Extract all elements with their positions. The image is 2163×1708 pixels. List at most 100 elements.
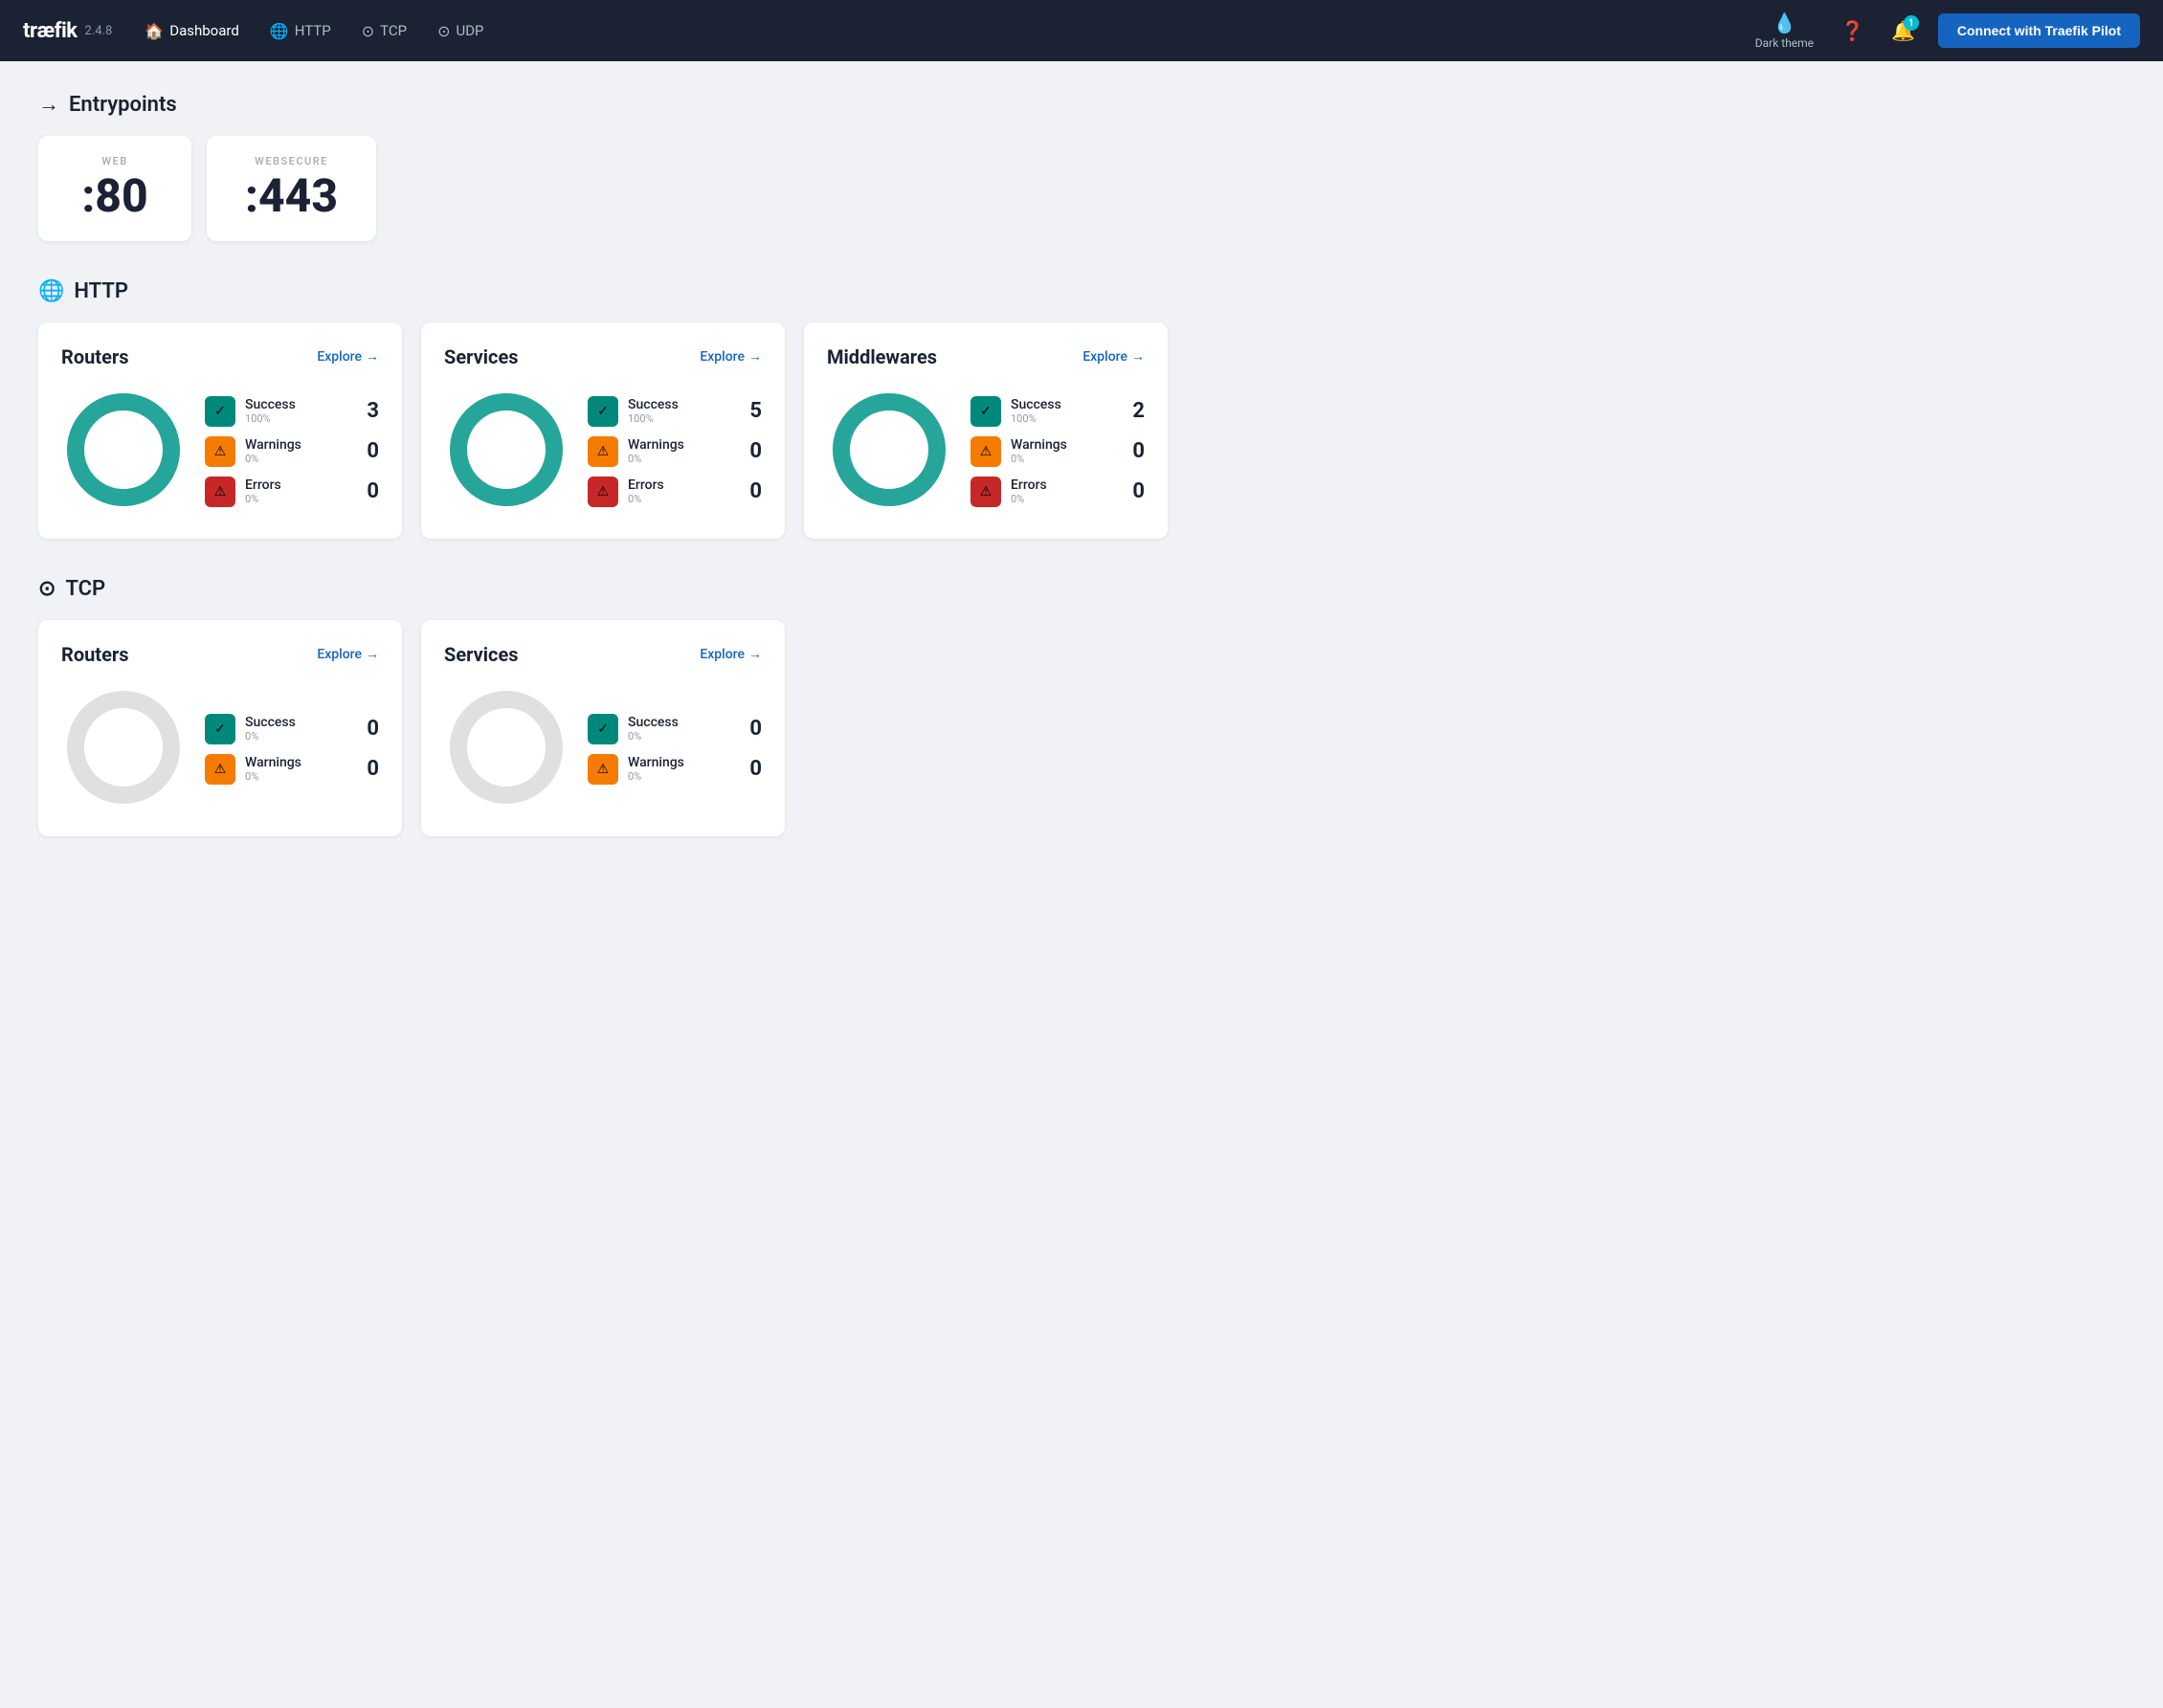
http-middlewares-success-row: ✓ Success 100% 2 <box>970 396 1145 427</box>
http-services-arrow-icon: → <box>748 348 762 365</box>
http-middlewares-success-pct: 100% <box>1011 412 1123 425</box>
tcp-services-card: Services Explore → ✓ <box>421 620 785 836</box>
error-icon-svc: ⚠ <box>588 477 618 507</box>
error-icon: ⚠ <box>205 477 235 507</box>
error-icon-mw: ⚠ <box>970 477 1001 507</box>
http-middlewares-warnings-pct: 0% <box>1011 453 1123 465</box>
http-routers-warnings-count: 0 <box>367 439 379 463</box>
tcp-services-explore[interactable]: Explore → <box>700 646 762 662</box>
tcp-services-success-row: ✓ Success 0% 0 <box>588 714 762 744</box>
http-services-errors-row: ⚠ Errors 0% 0 <box>588 477 762 507</box>
tcp-routers-explore-label: Explore <box>317 647 362 662</box>
http-routers-errors-row: ⚠ Errors 0% 0 <box>205 477 379 507</box>
tcp-services-success-pct: 0% <box>628 730 740 743</box>
tcp-section: ⊙ TCP Routers Explore → <box>38 577 1168 836</box>
http-routers-warnings-label: Warnings 0% <box>245 437 357 465</box>
http-services-success-label: Success 100% <box>628 397 740 425</box>
tcp-routers-warnings-label: Warnings 0% <box>245 755 357 783</box>
entrypoint-web[interactable]: WEB :80 <box>38 136 191 241</box>
entrypoint-websecure[interactable]: WEBSECURE :443 <box>207 136 376 241</box>
tcp-services-arrow-icon: → <box>748 646 762 662</box>
http-routers-errors-pct: 0% <box>245 493 357 505</box>
dark-theme-label: Dark theme <box>1755 36 1814 50</box>
help-button[interactable]: ❓ <box>1829 11 1876 50</box>
http-routers-explore-label: Explore <box>317 349 362 365</box>
http-middlewares-warnings-count: 0 <box>1132 439 1145 463</box>
http-services-errors-pct: 0% <box>628 493 740 505</box>
nav-udp[interactable]: ⊙ UDP <box>424 14 497 48</box>
http-routers-warnings-row: ⚠ Warnings 0% 0 <box>205 436 379 467</box>
entrypoints-row: WEB :80 WEBSECURE :443 <box>38 136 1168 241</box>
http-middlewares-errors-label: Errors 0% <box>1011 477 1123 505</box>
http-routers-stats: ✓ Success 100% 3 ⚠ Warnings 0% <box>205 396 379 507</box>
http-services-success-row: ✓ Success 100% 5 <box>588 396 762 427</box>
logo[interactable]: træfik 2.4.8 <box>23 19 112 43</box>
http-middlewares-explore[interactable]: Explore → <box>1082 348 1145 365</box>
udp-icon: ⊙ <box>437 22 450 40</box>
warnings-name-mw: Warnings <box>1011 437 1123 453</box>
http-services-card: Services Explore → <box>421 322 785 539</box>
success-name-tcpr: Success <box>245 715 357 730</box>
nav-http-label: HTTP <box>295 22 331 39</box>
tcp-routers-success-label: Success 0% <box>245 715 357 743</box>
main-content: → Entrypoints WEB :80 WEBSECURE :443 🌐 H… <box>0 61 1206 905</box>
home-icon: 🏠 <box>145 22 164 40</box>
pilot-connect-button[interactable]: Connect with Traefik Pilot <box>1938 13 2140 48</box>
http-middlewares-title: Middlewares <box>827 345 937 368</box>
http-services-warnings-label: Warnings 0% <box>628 437 740 465</box>
nav-dashboard-label: Dashboard <box>169 22 239 39</box>
http-services-explore[interactable]: Explore → <box>700 348 762 365</box>
question-icon: ❓ <box>1840 19 1864 42</box>
tcp-routers-header: Routers Explore → <box>61 643 379 666</box>
entrypoints-header: → Entrypoints <box>38 92 1168 117</box>
http-routers-success-row: ✓ Success 100% 3 <box>205 396 379 427</box>
tcp-routers-success-pct: 0% <box>245 730 357 743</box>
errors-name-mw: Errors <box>1011 477 1123 493</box>
notification-badge: 1 <box>1904 15 1919 31</box>
http-middlewares-arrow-icon: → <box>1131 348 1145 365</box>
tcp-routers-explore[interactable]: Explore → <box>317 646 379 662</box>
http-middlewares-errors-count: 0 <box>1132 479 1145 503</box>
warnings-name-tcpr: Warnings <box>245 755 357 770</box>
warnings-name-tcps: Warnings <box>628 755 740 770</box>
tcp-services-stats: ✓ Success 0% 0 ⚠ Warnings 0% <box>588 714 762 785</box>
tcp-icon: ⊙ <box>362 22 374 40</box>
nav-tcp[interactable]: ⊙ TCP <box>348 14 420 48</box>
tcp-services-warnings-pct: 0% <box>628 770 740 783</box>
nav-dashboard[interactable]: 🏠 Dashboard <box>131 14 252 48</box>
http-services-donut <box>444 388 569 516</box>
notifications-button[interactable]: 🔔 1 <box>1880 11 1927 50</box>
http-services-explore-label: Explore <box>700 349 745 365</box>
warnings-name-svc: Warnings <box>628 437 740 453</box>
errors-name: Errors <box>245 477 357 493</box>
tcp-services-success-label: Success 0% <box>628 715 740 743</box>
http-middlewares-header: Middlewares Explore → <box>827 345 1145 368</box>
http-services-warnings-row: ⚠ Warnings 0% 0 <box>588 436 762 467</box>
http-middlewares-warnings-row: ⚠ Warnings 0% 0 <box>970 436 1145 467</box>
success-icon-svc: ✓ <box>588 396 618 427</box>
tcp-routers-body: ✓ Success 0% 0 ⚠ Warnings 0% <box>61 685 379 813</box>
http-routers-explore[interactable]: Explore → <box>317 348 379 365</box>
success-icon-mw: ✓ <box>970 396 1001 427</box>
tcp-services-warnings-count: 0 <box>749 757 762 781</box>
http-services-warnings-count: 0 <box>749 439 762 463</box>
nav-http[interactable]: 🌐 HTTP <box>256 14 345 48</box>
success-icon-tcpr: ✓ <box>205 714 235 744</box>
entrypoint-web-label: WEB <box>101 155 127 167</box>
dark-theme-toggle[interactable]: 💧 Dark theme <box>1744 4 1825 57</box>
version-badge: 2.4.8 <box>85 24 113 38</box>
tcp-services-explore-label: Explore <box>700 647 745 662</box>
http-header: 🌐 HTTP <box>38 279 1168 303</box>
http-routers-card: Routers Explore → <box>38 322 402 539</box>
tcp-routers-card: Routers Explore → ✓ <box>38 620 402 836</box>
http-routers-body: ✓ Success 100% 3 ⚠ Warnings 0% <box>61 388 379 516</box>
success-icon-tcps: ✓ <box>588 714 618 744</box>
globe-icon: 🌐 <box>270 22 289 40</box>
nav-udp-label: UDP <box>456 22 483 39</box>
success-name: Success <box>245 397 357 412</box>
http-middlewares-success-label: Success 100% <box>1011 397 1123 425</box>
http-middlewares-stats: ✓ Success 100% 2 ⚠ Warnings 0% <box>970 396 1145 507</box>
tcp-routers-warnings-row: ⚠ Warnings 0% 0 <box>205 754 379 785</box>
tcp-routers-success-row: ✓ Success 0% 0 <box>205 714 379 744</box>
http-services-stats: ✓ Success 100% 5 ⚠ Warnings 0% <box>588 396 762 507</box>
